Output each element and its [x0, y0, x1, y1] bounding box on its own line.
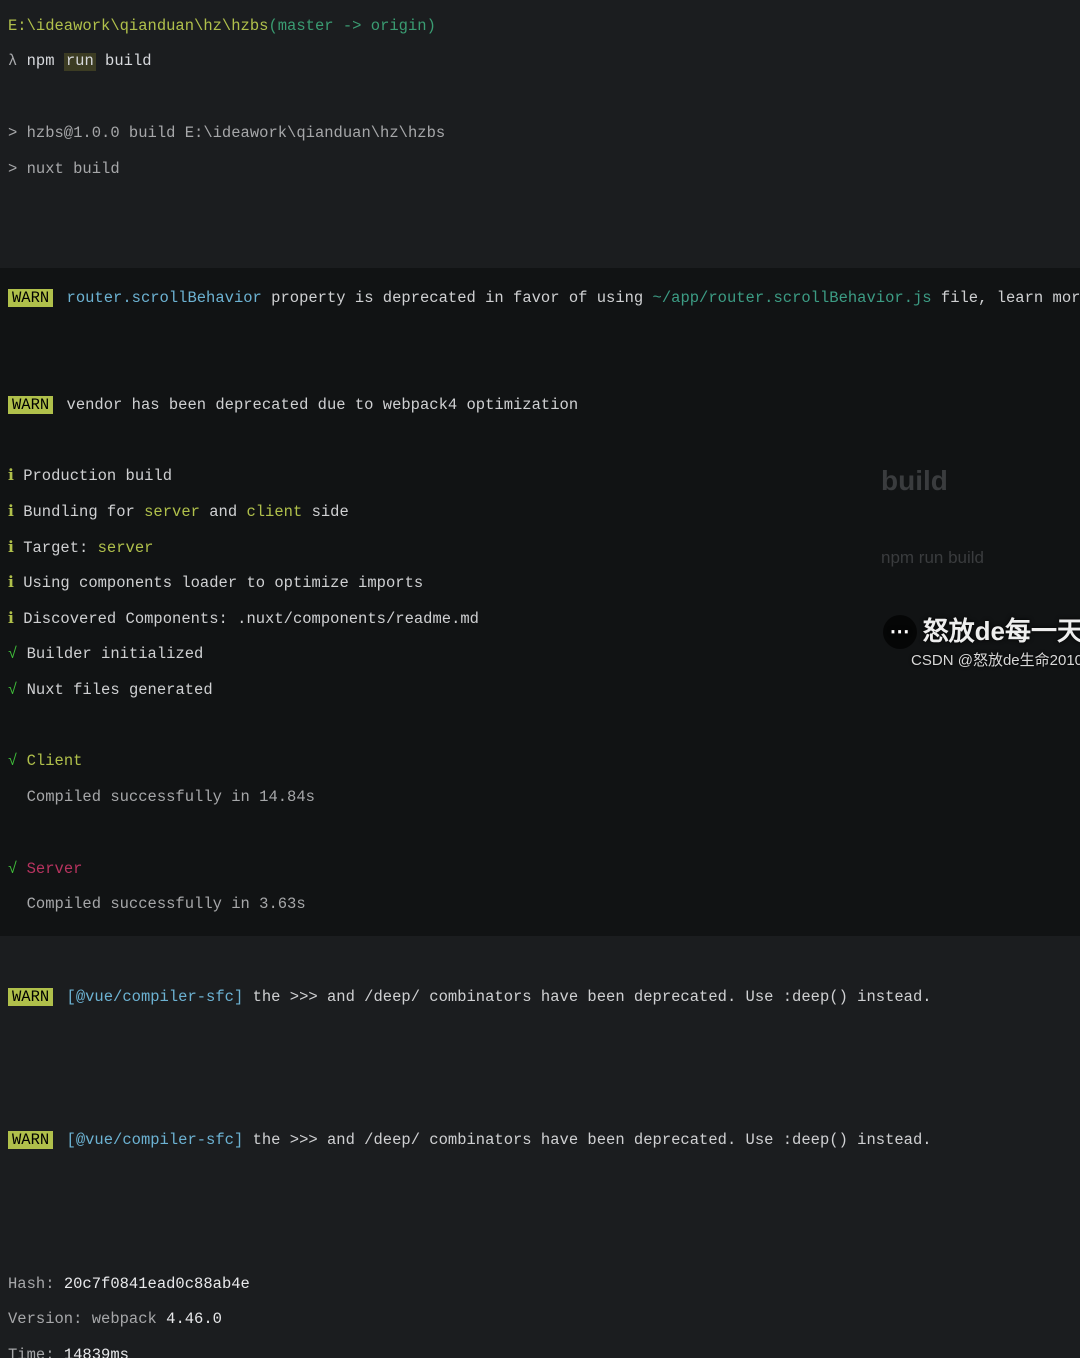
- check-icon: √: [8, 645, 17, 663]
- spawn-line-2: > nuxt build: [0, 161, 1080, 179]
- check-icon: √: [8, 681, 17, 699]
- info-icon: ℹ: [8, 610, 14, 628]
- warn3-prefix: [@vue/compiler-sfc]: [67, 988, 244, 1006]
- server-label: Server: [27, 860, 83, 878]
- warn-badge: WARN: [8, 396, 53, 414]
- time-value: 14839ms: [64, 1346, 129, 1358]
- warn4-text: the >>> and /deep/ combinators have been…: [243, 1131, 931, 1149]
- warn1-text: property is deprecated in favor of using: [262, 289, 653, 307]
- csdn-attribution: CSDN @怒放de生命2010: [911, 652, 1080, 669]
- ok-files: Nuxt files generated: [27, 681, 213, 699]
- wechat-icon: ⋯: [883, 615, 917, 649]
- warn3-text: the >>> and /deep/ combinators have been…: [243, 988, 931, 1006]
- info-client: client: [246, 503, 302, 521]
- cmd-npm: npm: [27, 52, 64, 70]
- info-production: Production build: [23, 467, 172, 485]
- spawn-line-1: > hzbs@1.0.0 build E:\ideawork\qianduan\…: [0, 125, 1080, 143]
- info-icon: ℹ: [8, 539, 14, 557]
- client-label: Client: [27, 752, 83, 770]
- info-icon: ℹ: [8, 503, 14, 521]
- time-label: Time:: [8, 1346, 64, 1358]
- warn2-text: vendor has been deprecated due to webpac…: [67, 396, 579, 414]
- watermark: ⋯ 怒放de每一天: [883, 615, 1080, 649]
- check-icon: √: [8, 752, 17, 770]
- hash-label: Hash:: [8, 1275, 64, 1293]
- cmd-build: build: [96, 52, 152, 70]
- warn1-path: ~/app/router.scrollBehavior.js: [653, 289, 932, 307]
- cmd-run: run: [64, 53, 96, 71]
- version-value: 4.46.0: [166, 1310, 222, 1328]
- cwd-path: E:\ideawork\qianduan\hz\hzbs: [8, 17, 268, 35]
- watermark-text: 怒放de每一天: [923, 617, 1080, 647]
- info-target-value: server: [98, 539, 154, 557]
- warn-badge: WARN: [8, 1131, 53, 1149]
- version-label: Version: webpack: [8, 1310, 166, 1328]
- git-branch: (master -> origin): [268, 17, 435, 35]
- warn1-tail: file, learn more: https://nuxtjs.o: [932, 289, 1080, 307]
- terminal-output: E:\ideawork\qianduan\hz\hzbs(master -> o…: [0, 0, 1080, 679]
- info-target: Target:: [23, 539, 97, 557]
- info-bundling: Bundling for: [23, 503, 144, 521]
- ok-builder: Builder initialized: [27, 645, 204, 663]
- check-icon: √: [8, 860, 17, 878]
- info-icon: ℹ: [8, 467, 14, 485]
- hash-value: 20c7f0841ead0c88ab4e: [64, 1275, 250, 1293]
- warn1-prop: router.scrollBehavior: [67, 289, 262, 307]
- info-components: Using components loader to optimize impo…: [23, 574, 423, 592]
- info-icon: ℹ: [8, 574, 14, 592]
- warn4-prefix: [@vue/compiler-sfc]: [67, 1131, 244, 1149]
- server-compiled: Compiled successfully in 3.63s: [27, 895, 306, 913]
- prompt-symbol: λ: [8, 52, 17, 70]
- warn-badge: WARN: [8, 289, 53, 307]
- ghost-cmd: npm run build: [881, 548, 984, 568]
- warn-badge: WARN: [8, 988, 53, 1006]
- ghost-heading: build: [881, 465, 948, 497]
- info-discovered: Discovered Components: .nuxt/components/…: [23, 610, 479, 628]
- info-server: server: [144, 503, 200, 521]
- client-compiled: Compiled successfully in 14.84s: [27, 788, 315, 806]
